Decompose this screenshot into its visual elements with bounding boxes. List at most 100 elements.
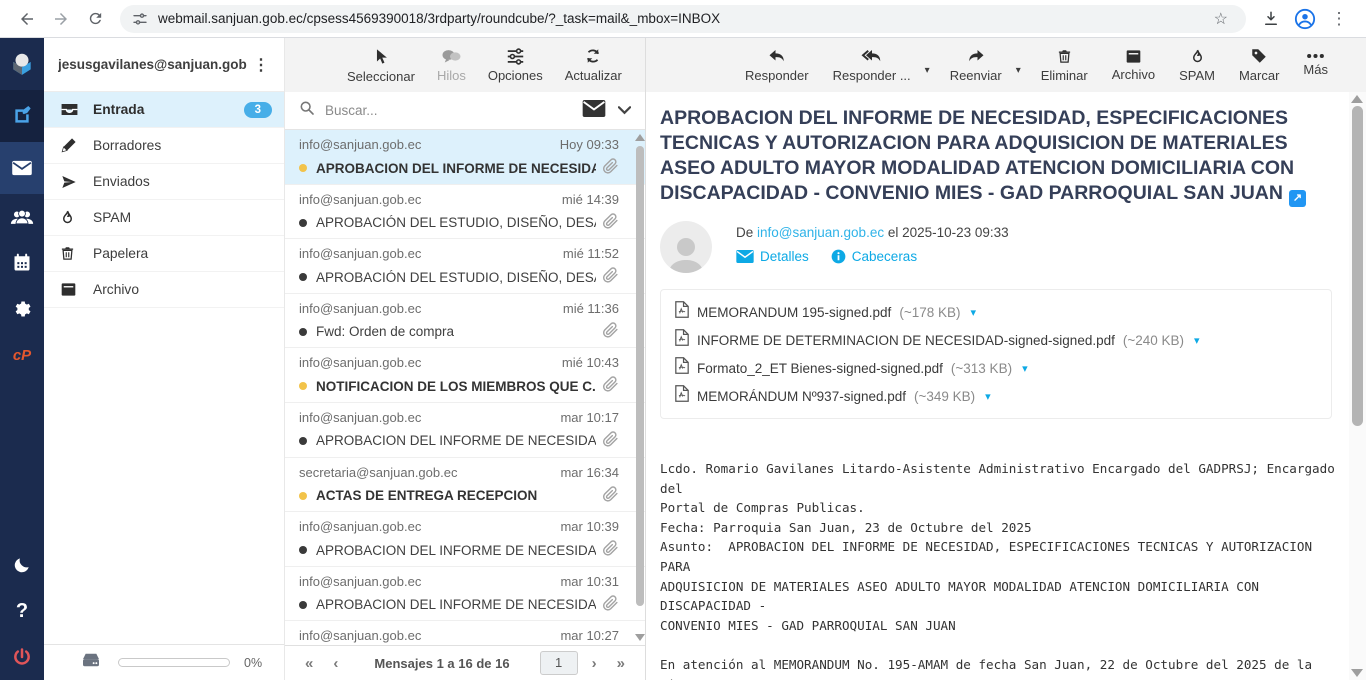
folder-item-archivo[interactable]: Archivo [44,272,284,308]
toolbar-button-trash[interactable]: Eliminar [1037,46,1092,85]
last-page-button[interactable]: » [607,655,635,672]
url-text[interactable]: webmail.sanjuan.gob.ec/cpsess4569390018/… [158,11,1208,26]
message-list-item[interactable]: info@sanjuan.gob.ec mar 10:39 APROBACION… [285,512,645,567]
toolbar-button-reply-all[interactable]: Responder ... [829,45,915,85]
scroll-up-icon[interactable] [635,134,645,141]
dropdown-caret-icon[interactable]: ▾ [1016,65,1021,76]
message-reader: APROBACION DEL INFORME DE NECESIDAD, ESP… [646,92,1366,680]
reload-icon[interactable] [78,4,112,34]
compose-button[interactable] [0,90,44,142]
attachment-menu-caret-icon[interactable]: ▾ [985,390,991,403]
back-icon[interactable] [10,4,44,34]
mail-nav-button[interactable] [0,142,44,194]
first-page-button[interactable]: « [295,655,323,672]
message-list-item[interactable]: info@sanjuan.gob.ec mar 10:17 APROBACION… [285,403,645,458]
folder-item-spam[interactable]: SPAM [44,200,284,236]
open-in-new-window-icon[interactable]: ↗ [1289,190,1306,207]
message-sender: info@sanjuan.gob.ec [299,519,552,534]
search-scope-icon[interactable] [582,100,606,122]
read-status-dot[interactable] [299,219,307,227]
forward-icon[interactable] [44,4,78,34]
message-sender: info@sanjuan.gob.ec [299,301,555,316]
toolbar-button-options[interactable]: Opciones [484,46,547,85]
attachment-menu-caret-icon[interactable]: ▾ [1194,334,1200,347]
more-icon [1306,53,1325,59]
message-list-item[interactable]: info@sanjuan.gob.ec mié 11:52 APROBACIÓN… [285,239,645,294]
scroll-down-icon[interactable] [1351,669,1363,677]
read-status-dot[interactable] [299,164,307,172]
prev-page-button[interactable]: ‹ [323,655,348,672]
next-page-button[interactable]: › [582,655,607,672]
toolbar-button-tag[interactable]: Marcar [1235,45,1283,85]
profile-icon[interactable] [1288,4,1322,34]
attachment-name[interactable]: INFORME DE DETERMINACION DE NECESIDAD-si… [697,333,1115,348]
read-status-dot[interactable] [299,273,307,281]
dark-mode-icon[interactable] [0,542,44,588]
message-list-item[interactable]: info@sanjuan.gob.ec mié 11:36 Fwd: Orden… [285,294,645,349]
read-status-dot[interactable] [299,382,307,390]
attachment-menu-caret-icon[interactable]: ▾ [971,306,977,319]
headers-link[interactable]: Cabeceras [831,249,917,264]
attachment-item[interactable]: Formato_2_ET Bienes-signed-signed.pdf (~… [675,354,1317,382]
site-settings-icon[interactable] [132,11,148,27]
toolbar-button-reply[interactable]: Responder [741,45,813,85]
message-date: mié 14:39 [562,192,619,207]
attachment-item[interactable]: MEMORANDUM 195-signed.pdf (~178 KB) ▾ [675,298,1317,326]
message-list-item[interactable]: info@sanjuan.gob.ec mar 10:31 APROBACION… [285,567,645,622]
details-link[interactable]: Detalles [736,249,809,264]
folder-item-borradores[interactable]: Borradores [44,128,284,164]
scroll-down-icon[interactable] [635,634,645,641]
read-status-dot[interactable] [299,546,307,554]
attachment-name[interactable]: MEMORÁNDUM Nº937-signed.pdf [697,389,906,404]
cpanel-logo[interactable]: cP [0,332,44,378]
message-list-item[interactable]: info@sanjuan.gob.ec mié 10:43 NOTIFICACI… [285,348,645,403]
message-date: mié 11:36 [563,301,619,316]
list-scroll-thumb[interactable] [636,146,644,606]
download-icon[interactable] [1254,4,1288,34]
toolbar-button-refresh[interactable]: Actualizar [561,45,626,85]
search-input[interactable] [325,103,574,118]
read-status-dot[interactable] [299,328,307,336]
read-status-dot[interactable] [299,601,307,609]
list-scrollbar[interactable] [635,130,645,645]
contacts-button[interactable] [0,194,44,240]
folder-item-entrada[interactable]: Entrada 3 [44,92,284,128]
read-status-dot[interactable] [299,492,307,500]
attachment-name[interactable]: Formato_2_ET Bienes-signed-signed.pdf [697,361,943,376]
attachment-name[interactable]: MEMORANDUM 195-signed.pdf [697,305,891,320]
read-status-dot[interactable] [299,437,307,445]
message-list-item[interactable]: info@sanjuan.gob.ec mar 10:27 [285,621,645,645]
attachment-item[interactable]: MEMORÁNDUM Nº937-signed.pdf (~349 KB) ▾ [675,382,1317,410]
content-scroll-thumb[interactable] [1352,106,1363,426]
logout-icon[interactable] [0,634,44,680]
folder-item-papelera[interactable]: Papelera [44,236,284,272]
message-subject-preview: APROBACION DEL INFORME DE NECESIDA... [316,433,596,448]
toolbar-button-cursor[interactable]: Seleccionar [343,45,419,86]
dropdown-caret-icon[interactable]: ▾ [925,65,930,76]
toolbar-button-spam[interactable]: SPAM [1175,46,1219,85]
attachment-size: (~313 KB) [951,361,1012,376]
toolbar-button-archive[interactable]: Archivo [1108,47,1159,84]
toolbar-button-label: Reenviar [950,68,1002,83]
bookmark-star-icon[interactable]: ☆ [1208,9,1234,29]
sender-email-link[interactable]: info@sanjuan.gob.ec [757,225,884,240]
url-bar[interactable]: webmail.sanjuan.gob.ec/cpsess4569390018/… [120,5,1246,33]
attachment-item[interactable]: INFORME DE DETERMINACION DE NECESIDAD-si… [675,326,1317,354]
page-number-box[interactable]: 1 [540,651,578,675]
toolbar-button-forward[interactable]: Reenviar [946,45,1006,85]
help-icon[interactable]: ? [0,588,44,634]
message-list-item[interactable]: info@sanjuan.gob.ec mié 14:39 APROBACIÓN… [285,185,645,240]
search-options-chevron-icon[interactable] [614,104,635,118]
calendar-button[interactable] [0,240,44,286]
content-scrollbar[interactable] [1349,92,1366,680]
attachment-menu-caret-icon[interactable]: ▾ [1022,362,1028,375]
folder-item-enviados[interactable]: Enviados [44,164,284,200]
message-list-item[interactable]: info@sanjuan.gob.ec Hoy 09:33 APROBACION… [285,130,645,185]
toolbar-button-more[interactable]: Más [1299,51,1332,79]
toolbar-button-threads[interactable]: Hilos [433,46,470,85]
browser-menu-icon[interactable]: ⋮ [1322,4,1356,34]
scroll-up-icon[interactable] [1351,95,1363,103]
settings-button[interactable] [0,286,44,332]
message-list-item[interactable]: secretaria@sanjuan.gob.ec mar 16:34 ACTA… [285,458,645,513]
account-menu-icon[interactable]: ⋮ [247,55,276,75]
